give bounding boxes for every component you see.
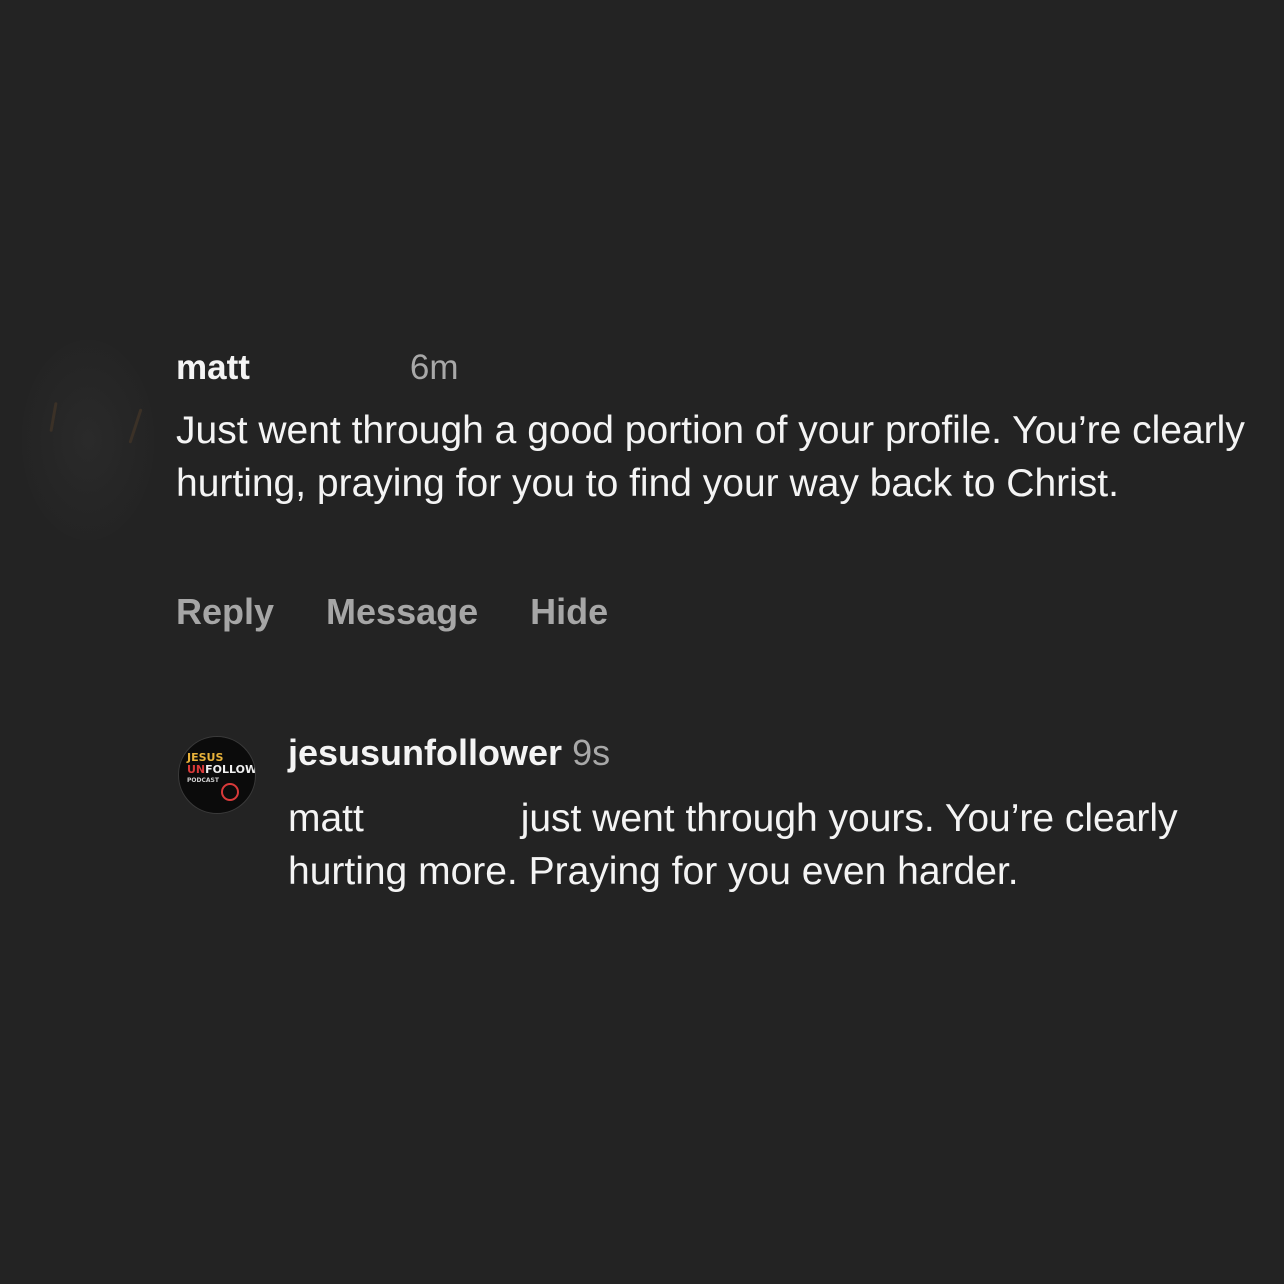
hide-button[interactable]: Hide [530, 591, 608, 632]
logo-text-podcast: PODCAST [187, 777, 219, 784]
comment-actions: Reply Message Hide [176, 590, 660, 634]
reply-button[interactable]: Reply [176, 591, 274, 632]
comment-text: matt just went through yours. You’re cle… [288, 792, 1248, 898]
mention-link[interactable]: matt [288, 797, 364, 840]
smiley-icon [221, 783, 239, 801]
comment-header: jesusunfollower 9s [288, 730, 610, 776]
redaction [363, 803, 510, 838]
comment-timestamp: 6m [409, 348, 459, 387]
comment-header: matt 6m [176, 346, 459, 390]
avatar[interactable]: JESUS UNFOLLOWER PODCAST [178, 736, 256, 814]
redaction [249, 354, 410, 385]
avatar[interactable] [22, 340, 154, 540]
message-button[interactable]: Message [326, 591, 478, 632]
comment-text: Just went through a good portion of your… [176, 409, 1245, 505]
logo-text-unfollower: UNFOLLOWER [187, 763, 256, 776]
comment-username[interactable]: jesusunfollower [288, 732, 562, 773]
comment-timestamp: 9s [572, 732, 611, 773]
comment-username[interactable]: matt [176, 348, 250, 387]
